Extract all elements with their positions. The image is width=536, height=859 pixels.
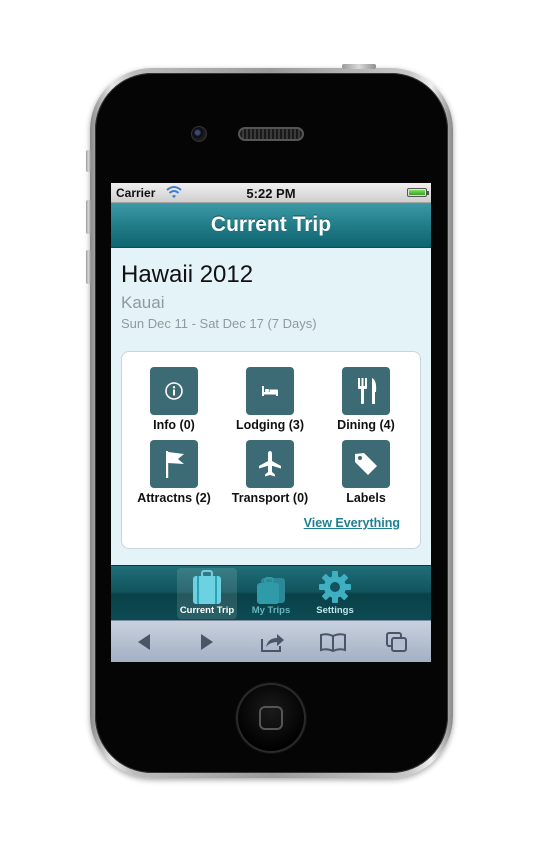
category-card: Info (0) Lodging (3) Dining (4) Attractn… [121, 351, 421, 549]
sleep-button [342, 64, 376, 69]
category-label: Lodging (3) [235, 418, 305, 432]
category-label: Attractns (2) [137, 491, 211, 505]
fork-knife-icon [342, 367, 390, 415]
screen: Carrier 5:22 PM Current Trip Hawaii 2012… [111, 183, 431, 662]
info-icon [150, 367, 198, 415]
tab-current-trip[interactable]: Current Trip [177, 568, 237, 619]
category-label: Transport (0) [231, 491, 309, 505]
category-dining[interactable]: Dining (4) [318, 367, 414, 432]
forward-arrow-icon[interactable] [192, 629, 222, 655]
home-square-icon [259, 706, 283, 730]
status-bar: Carrier 5:22 PM [111, 183, 431, 203]
page-title: Current Trip [210, 213, 332, 236]
category-label: Labels [346, 491, 386, 505]
volume-down-button [86, 250, 91, 284]
browser-toolbar [111, 620, 431, 662]
tabs-icon[interactable] [382, 629, 412, 655]
volume-up-button [86, 200, 91, 234]
category-attractions[interactable]: Attractns (2) [126, 440, 222, 505]
trip-name: Hawaii 2012 [121, 261, 254, 288]
nav-bar: Current Trip [111, 203, 431, 248]
share-icon[interactable] [257, 629, 287, 655]
bed-icon [246, 367, 294, 415]
back-arrow-icon[interactable] [129, 629, 159, 655]
category-transport[interactable]: Transport (0) [222, 440, 318, 505]
battery-icon [407, 188, 429, 197]
suitcase-icon [193, 570, 221, 604]
status-time: 5:22 PM [246, 186, 296, 201]
trip-location: Kauai [121, 293, 165, 312]
flag-icon [150, 440, 198, 488]
tab-label: Settings [316, 605, 354, 616]
tab-settings[interactable]: Settings [305, 568, 365, 619]
tag-icon [342, 440, 390, 488]
tab-bar: Current Trip My Trips Settings [111, 565, 431, 620]
tab-my-trips[interactable]: My Trips [241, 568, 301, 619]
front-camera [191, 126, 207, 142]
gear-icon [319, 571, 351, 603]
category-lodging[interactable]: Lodging (3) [222, 367, 318, 432]
bookmarks-icon[interactable] [318, 629, 348, 655]
trip-dates: Sun Dec 11 - Sat Dec 17 (7 Days) [121, 316, 317, 331]
view-everything-link[interactable]: View Everything [304, 516, 400, 530]
suitcases-icon [257, 577, 285, 604]
earpiece-speaker [238, 127, 304, 141]
airplane-icon [246, 440, 294, 488]
home-button[interactable] [236, 683, 306, 753]
category-labels[interactable]: Labels [318, 440, 414, 505]
mute-switch [86, 150, 91, 172]
category-label: Dining (4) [337, 418, 395, 432]
tab-label: My Trips [251, 605, 291, 616]
tab-label: Current Trip [179, 605, 235, 616]
category-info[interactable]: Info (0) [126, 367, 222, 432]
category-label: Info (0) [153, 418, 195, 432]
